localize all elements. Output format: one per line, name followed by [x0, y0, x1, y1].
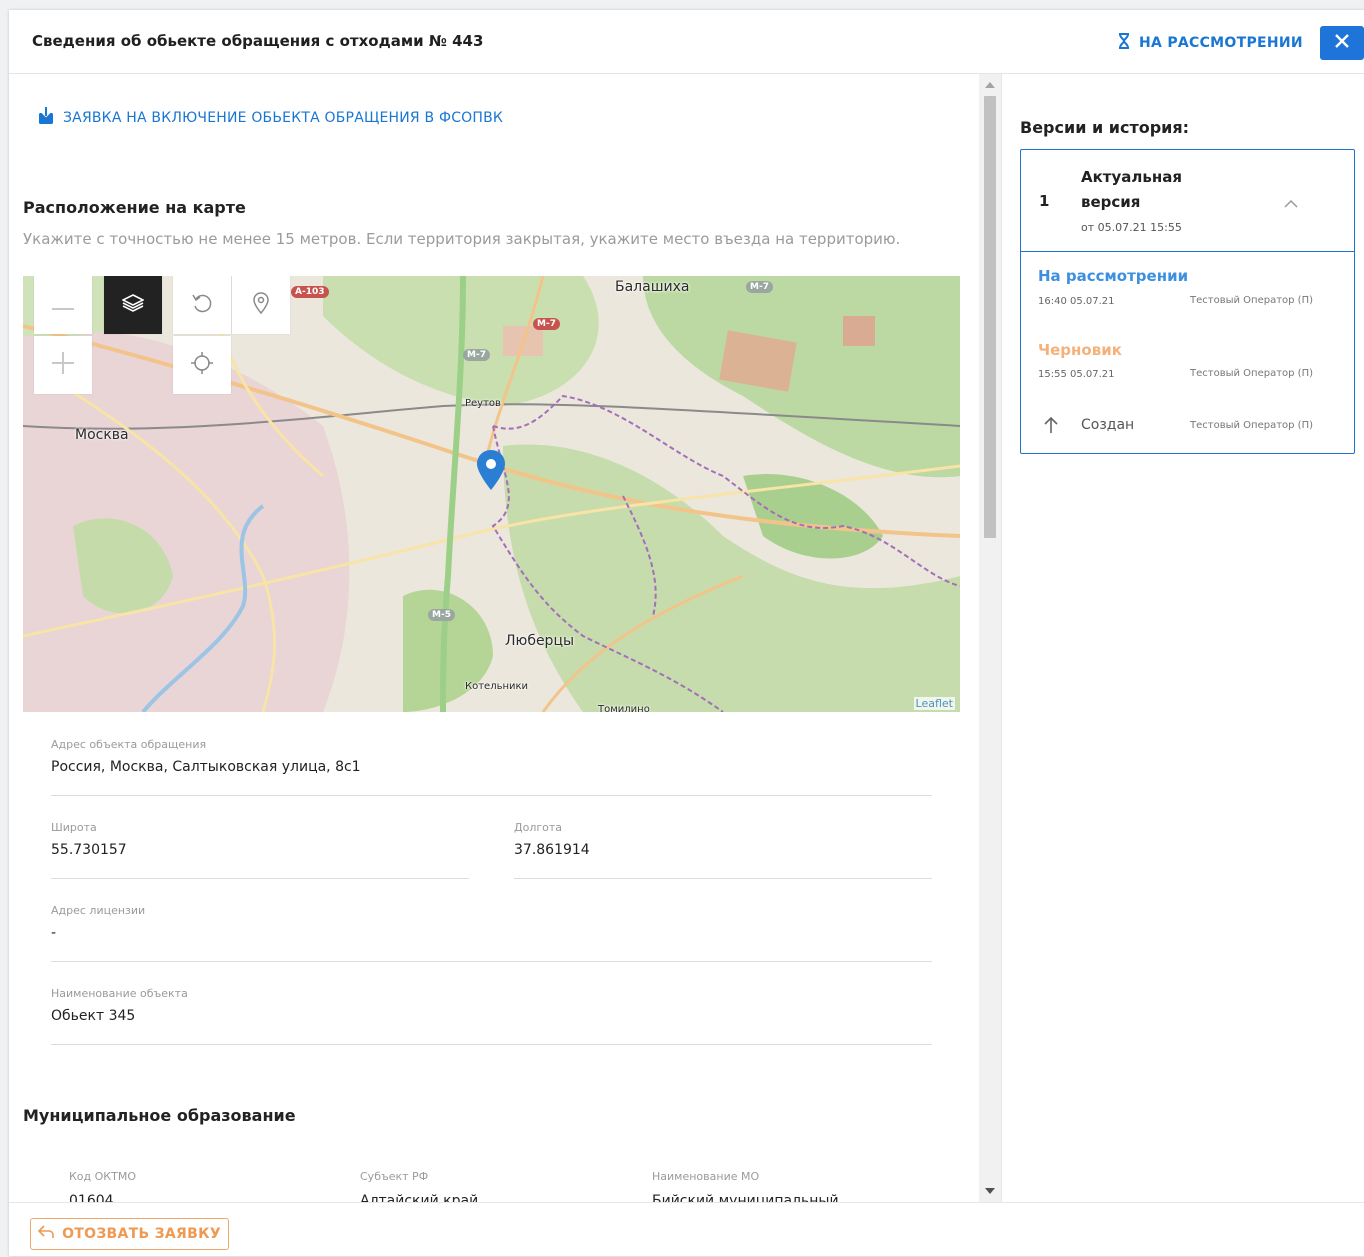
main-content: ЗАЯВКА НА ВКЛЮЧЕНИЕ ОБЬЕКТА ОБРАЩЕНИЯ В … [9, 74, 979, 1202]
zoom-out-button[interactable] [34, 276, 92, 334]
panel-header: Сведения об обьекте обращения с отходами… [9, 10, 1364, 74]
scrollbar-thumb[interactable] [984, 96, 996, 538]
license-address-value: - [51, 925, 57, 941]
mo-name-value: Бийский муниципальный [652, 1193, 839, 1202]
subject-label: Субъект РФ [360, 1170, 429, 1183]
layers-icon [121, 294, 145, 316]
main-scrollbar[interactable] [979, 74, 1001, 1202]
version-date: от 05.07.21 15:55 [1081, 221, 1182, 234]
history-entry-time: 15:55 05.07.21 [1038, 369, 1115, 380]
hourglass-icon [1117, 33, 1131, 53]
close-button[interactable] [1320, 26, 1364, 60]
road-shield-m5: M-5 [428, 609, 455, 621]
map-label-moscow: Москва [75, 427, 129, 443]
oktmo-label: Код ОКТМО [69, 1170, 136, 1183]
application-link-label: ЗАЯВКА НА ВКЛЮЧЕНИЕ ОБЬЕКТА ОБРАЩЕНИЯ В … [63, 110, 504, 126]
history-entry-user: Тестовый Оператор (П) [1190, 368, 1313, 379]
map-label-tomilino: Томилино [598, 704, 650, 712]
object-name-field: Наименование объекта Обьект 345 [51, 987, 932, 1045]
subject-value: Алтайский край [360, 1193, 479, 1202]
map-hint: Укажите с точностью не менее 15 метров. … [23, 230, 901, 248]
plus-icon [52, 352, 74, 378]
crosshair-icon [191, 352, 213, 378]
recall-label: ОТОЗВАТЬ ЗАЯВКУ [62, 1226, 221, 1242]
map-tiles [23, 276, 960, 712]
municipal-section-title: Муниципальное образование [23, 1106, 296, 1125]
location-map[interactable]: Москва Балашиха Реутов Люберцы Котельник… [23, 276, 960, 712]
version-card: 1 Актуальная версия от 05.07.21 15:55 На… [1020, 149, 1355, 454]
map-label-lyubertsy: Люберцы [505, 633, 575, 649]
history-entry-time: 16:40 05.07.21 [1038, 296, 1115, 307]
close-icon [1334, 33, 1350, 53]
oktmo-field: Код ОКТМО 01604 [69, 1170, 136, 1202]
map-label-reutov: Реутов [465, 398, 501, 409]
version-header[interactable]: 1 Актуальная версия от 05.07.21 15:55 [1021, 150, 1354, 252]
version-title: Актуальная версия [1081, 168, 1182, 211]
mo-name-label: Наименование МО [652, 1170, 760, 1183]
created-user: Тестовый Оператор (П) [1190, 420, 1313, 431]
scroll-down-icon[interactable] [985, 1188, 995, 1194]
location-pin-icon[interactable] [477, 450, 505, 494]
object-details-panel: Сведения об обьекте обращения с отходами… [9, 10, 1364, 1256]
created-status: Создан [1081, 417, 1135, 433]
longitude-value: 37.861914 [514, 842, 590, 858]
road-shield-m7: M-7 [533, 318, 560, 330]
add-marker-button[interactable] [232, 276, 290, 334]
history-sidebar: Версии и история: 1 Актуальная версия от… [1002, 74, 1364, 1202]
zoom-in-button[interactable] [34, 336, 92, 394]
status-indicator: НА РАССМОТРЕНИИ [1117, 33, 1303, 53]
scroll-up-icon[interactable] [985, 82, 995, 88]
latitude-field: Широта 55.730157 [51, 821, 469, 879]
license-address-field: Адрес лицензии - [51, 904, 932, 962]
panel-footer: ОТОЗВАТЬ ЗАЯВКУ [9, 1202, 1364, 1257]
object-name-value: Обьект 345 [51, 1008, 136, 1024]
latitude-value: 55.730157 [51, 842, 127, 858]
history-entry-status: На рассмотрении [1038, 267, 1189, 285]
object-name-label: Наименование объекта [51, 987, 188, 1000]
rotate-icon [191, 292, 213, 318]
chevron-up-icon[interactable] [1284, 193, 1298, 212]
status-label: НА РАССМОТРЕНИИ [1139, 35, 1303, 51]
history-entry-user: Тестовый Оператор (П) [1190, 295, 1313, 306]
oktmo-value: 01604 [69, 1193, 114, 1202]
rotate-button[interactable] [173, 276, 231, 334]
history-title: Версии и история: [1020, 118, 1190, 137]
layers-button[interactable] [104, 276, 162, 334]
download-icon [38, 107, 54, 129]
subject-field: Субъект РФ Алтайский край [360, 1170, 478, 1202]
address-field: Адрес объекта обращения Россия, Москва, … [51, 738, 932, 796]
history-entry-status: Черновик [1038, 341, 1122, 359]
address-label: Адрес объекта обращения [51, 738, 207, 751]
application-link[interactable]: ЗАЯВКА НА ВКЛЮЧЕНИЕ ОБЬЕКТА ОБРАЩЕНИЯ В … [38, 107, 503, 129]
longitude-field: Долгота 37.861914 [514, 821, 932, 879]
locate-button[interactable] [173, 336, 231, 394]
longitude-label: Долгота [514, 821, 563, 834]
mo-name-field: Наименование МО Бийский муниципальный [652, 1170, 839, 1202]
version-number: 1 [1039, 192, 1050, 210]
minus-icon [52, 296, 74, 315]
road-shield-m7: M-7 [463, 349, 490, 361]
road-shield-a103: A-103 [291, 286, 329, 298]
map-label-kotelniki: Котельники [465, 681, 529, 692]
page-title: Сведения об обьекте обращения с отходами… [32, 32, 484, 50]
license-address-label: Адрес лицензии [51, 904, 146, 917]
recall-application-button[interactable]: ОТОЗВАТЬ ЗАЯВКУ [30, 1218, 229, 1250]
road-shield-m7: M-7 [746, 281, 773, 293]
map-section-title: Расположение на карте [23, 198, 246, 217]
arrow-up-icon [1043, 416, 1059, 438]
marker-icon [253, 292, 269, 318]
latitude-label: Широта [51, 821, 97, 834]
address-value: Россия, Москва, Салтыковская улица, 8с1 [51, 759, 361, 775]
map-label-balashikha: Балашиха [615, 279, 690, 295]
map-attribution-link[interactable]: Leaflet [913, 697, 955, 710]
undo-icon [37, 1225, 54, 1243]
